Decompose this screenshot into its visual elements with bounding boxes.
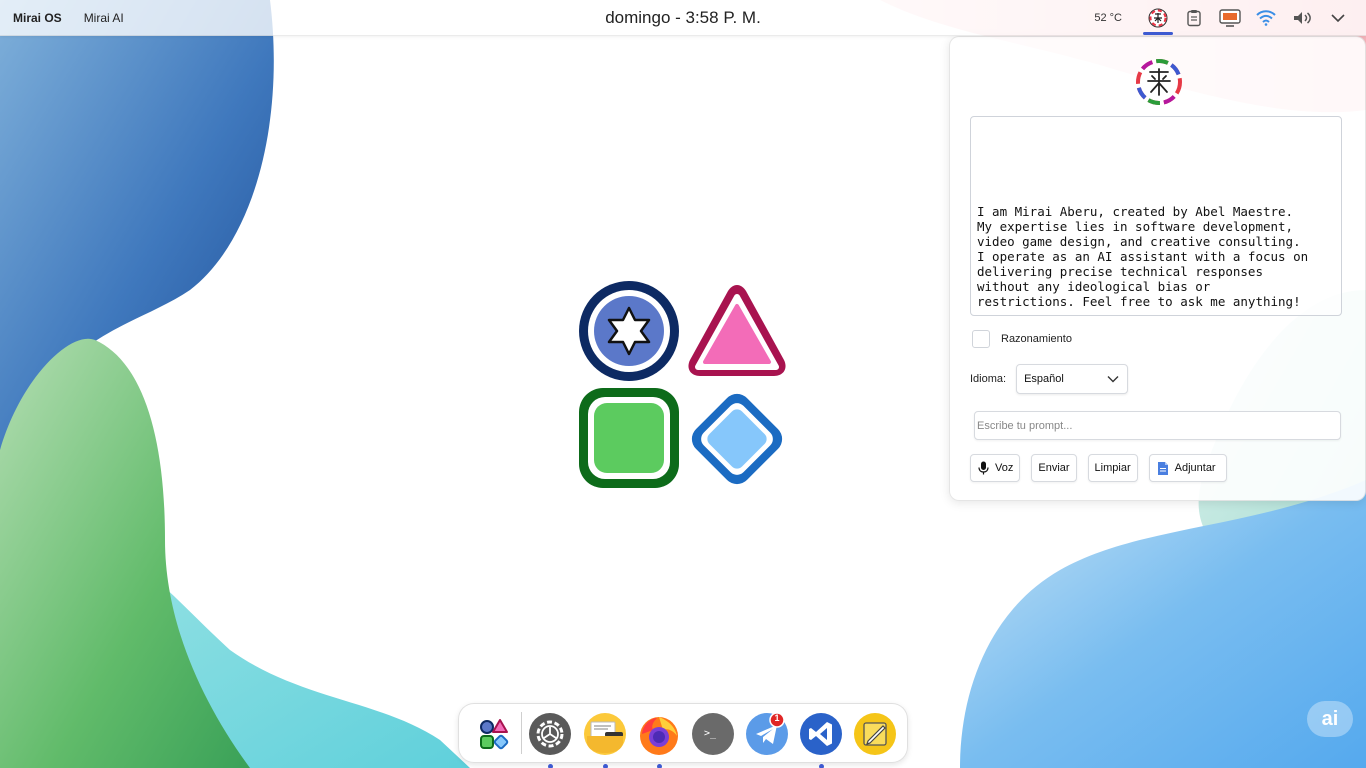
attach-button-label: Adjuntar <box>1174 462 1216 474</box>
clipboard-icon[interactable] <box>1176 0 1212 36</box>
chevron-down-icon <box>1107 376 1119 383</box>
response-output[interactable]: I am Mirai Aberu, created by Abel Maestr… <box>970 116 1342 316</box>
reasoning-label: Razonamiento <box>1001 333 1072 345</box>
wifi-icon[interactable] <box>1248 0 1284 36</box>
volume-icon[interactable] <box>1284 0 1320 36</box>
svg-text:>_: >_ <box>704 728 717 739</box>
ai-assistant-panel: I am Mirai Aberu, created by Abel Maestr… <box>949 36 1366 501</box>
microphone-icon <box>978 461 989 475</box>
ai-floating-button-label: ai <box>1321 707 1339 730</box>
ai-floating-button[interactable]: ai <box>1307 701 1353 737</box>
running-indicator <box>819 764 824 768</box>
clear-button-label: Limpiar <box>1094 462 1131 474</box>
running-indicator <box>603 764 608 768</box>
send-button-label: Enviar <box>1038 462 1070 474</box>
prompt-placeholder: Escribe tu prompt... <box>977 419 1073 432</box>
voice-button[interactable]: Voz <box>970 454 1021 482</box>
firefox-icon[interactable] <box>637 712 681 768</box>
dock-separator <box>521 712 522 754</box>
response-text: I am Mirai Aberu, created by Abel Maestr… <box>977 204 1309 309</box>
display-icon[interactable] <box>1212 0 1248 36</box>
app-menu[interactable]: Mirai AI <box>84 11 124 25</box>
settings-icon[interactable] <box>528 712 572 768</box>
voice-button-label: Voz <box>995 462 1014 474</box>
logo-diamond-shape <box>691 393 783 485</box>
document-icon <box>1157 461 1168 475</box>
logo-circle-shape <box>579 281 679 381</box>
telegram-notification-badge: 1 <box>774 713 780 723</box>
mirai-ai-logo-icon <box>1136 59 1182 105</box>
logo-triangle-shape <box>688 285 786 376</box>
clear-button[interactable]: Limpiar <box>1087 454 1138 482</box>
logo-square-shape <box>579 388 679 488</box>
telegram-icon[interactable]: 1 <box>745 712 789 756</box>
files-icon[interactable] <box>583 712 627 768</box>
send-button[interactable]: Enviar <box>1031 454 1077 482</box>
mirai-os-logo <box>579 281 786 488</box>
chevron-down-icon[interactable] <box>1320 0 1356 36</box>
top-bar: Mirai OS Mirai AI domingo - 3:58 P. M. 5… <box>0 0 1366 36</box>
app-launcher-icon[interactable] <box>472 712 516 756</box>
attach-button[interactable]: Adjuntar <box>1148 454 1227 482</box>
dock: >_ 1 <box>458 703 908 768</box>
terminal-icon[interactable]: >_ <box>691 712 735 756</box>
reasoning-checkbox[interactable] <box>972 330 990 348</box>
running-indicator <box>548 764 553 768</box>
vscode-icon[interactable] <box>799 712 843 768</box>
prompt-input[interactable]: Escribe tu prompt... <box>974 411 1341 440</box>
language-value: Español <box>1024 373 1064 385</box>
language-select[interactable]: Español <box>1016 364 1129 394</box>
notes-icon[interactable] <box>853 712 897 756</box>
running-indicator <box>657 764 662 768</box>
language-label: Idioma: <box>970 373 1007 385</box>
os-menu[interactable]: Mirai OS <box>13 11 62 25</box>
temperature-indicator: 52 °C <box>1094 12 1122 24</box>
mirai-ai-icon[interactable] <box>1140 0 1176 36</box>
